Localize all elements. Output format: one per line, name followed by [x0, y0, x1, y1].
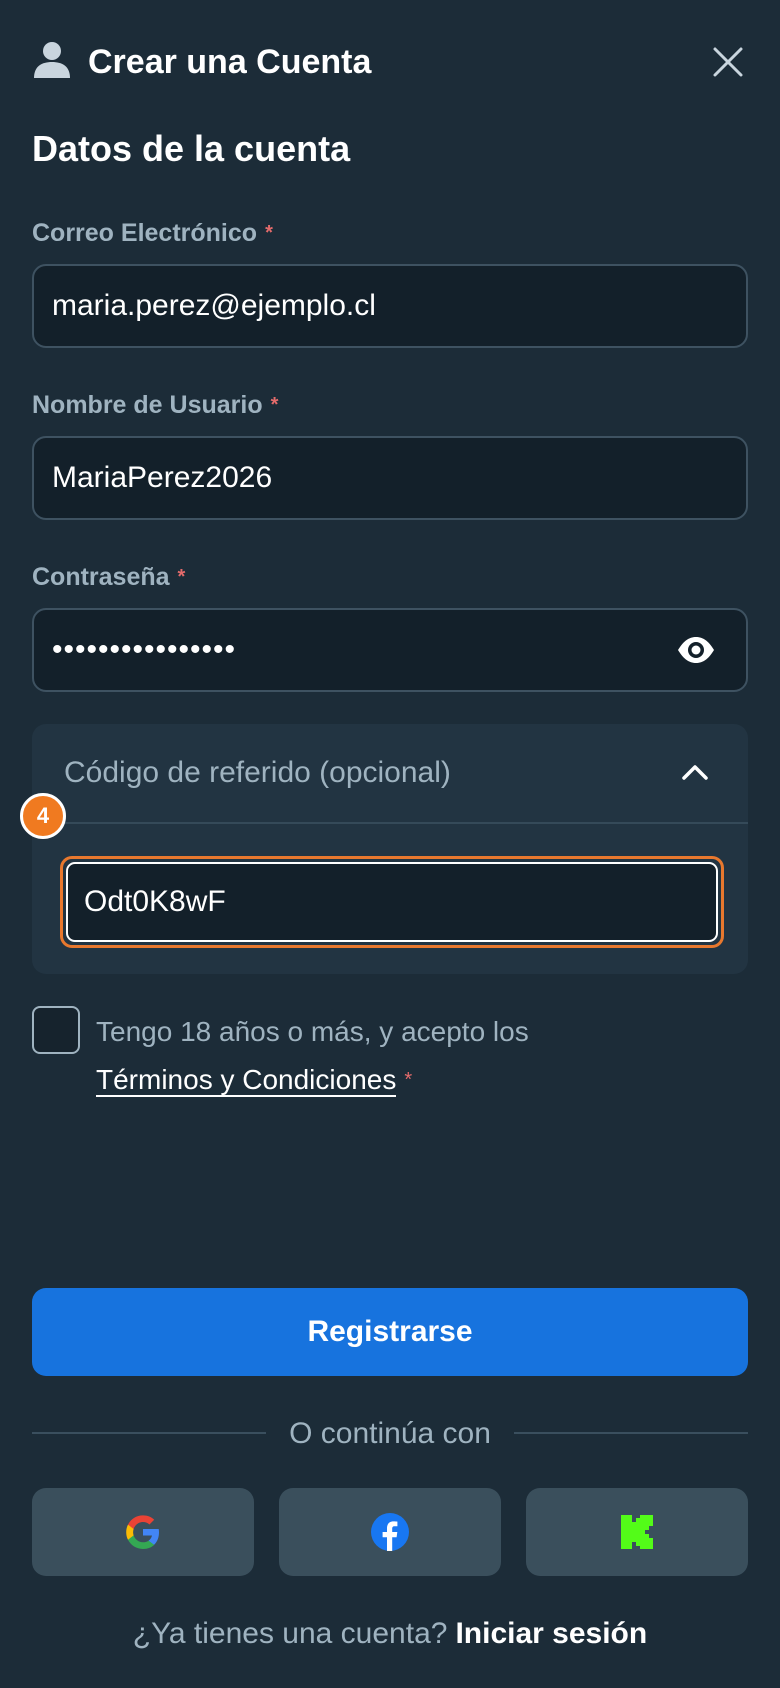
terms-link-line: Términos y Condiciones *: [96, 1060, 412, 1100]
login-prompt: ¿Ya tienes una cuenta? Iniciar sesión: [132, 1617, 648, 1650]
username-value: MariaPerez2026: [52, 461, 273, 494]
terms-text: Tengo 18 años o más, y acepto los: [96, 1016, 529, 1047]
required-mark: *: [404, 1069, 413, 1091]
email-field[interactable]: maria.perez@ejemplo.cl: [32, 264, 748, 348]
header-title: Crear una Cuenta: [88, 43, 372, 81]
divider: [32, 822, 748, 824]
facebook-button[interactable]: [279, 1488, 501, 1576]
referral-toggle[interactable]: Código de referido (opcional): [32, 724, 748, 822]
chevron-up-icon: [682, 765, 708, 780]
referral-code-value: Odt0K8wF: [84, 885, 226, 918]
referral-input-focus-ring: Odt0K8wF: [60, 856, 724, 948]
terms-checkbox[interactable]: [32, 1006, 80, 1054]
referral-section: Código de referido (opcional) Odt0K8wF: [32, 724, 748, 974]
password-value: ••••••••••••••••: [52, 633, 237, 666]
required-mark: *: [270, 394, 279, 416]
section-title: Datos de la cuenta: [32, 128, 351, 169]
close-button[interactable]: [706, 40, 750, 84]
google-icon: [126, 1515, 159, 1549]
login-link[interactable]: Iniciar sesión: [455, 1617, 647, 1650]
step-badge: 4: [20, 793, 66, 839]
email-label: Correo Electrónico *: [32, 219, 273, 247]
referral-code-input[interactable]: Odt0K8wF: [66, 862, 718, 942]
user-icon: [32, 40, 72, 80]
required-mark: *: [265, 222, 273, 244]
referral-header: Código de referido (opcional): [64, 756, 451, 789]
required-mark: *: [177, 566, 186, 588]
eye-icon[interactable]: [676, 630, 716, 670]
divider-text: O continúa con: [0, 1414, 780, 1454]
password-label: Contraseña *: [32, 563, 186, 591]
close-icon: [713, 47, 743, 77]
email-value: maria.perez@ejemplo.cl: [52, 289, 376, 322]
kick-button[interactable]: [526, 1488, 748, 1576]
username-label: Nombre de Usuario *: [32, 391, 279, 419]
username-field[interactable]: MariaPerez2026: [32, 436, 748, 520]
kick-icon: [621, 1515, 653, 1549]
terms-link[interactable]: Términos y Condiciones: [96, 1064, 397, 1097]
register-button[interactable]: Registrarse: [32, 1288, 748, 1376]
password-field[interactable]: ••••••••••••••••: [32, 608, 748, 692]
google-button[interactable]: [32, 1488, 254, 1576]
facebook-icon: [371, 1513, 409, 1551]
